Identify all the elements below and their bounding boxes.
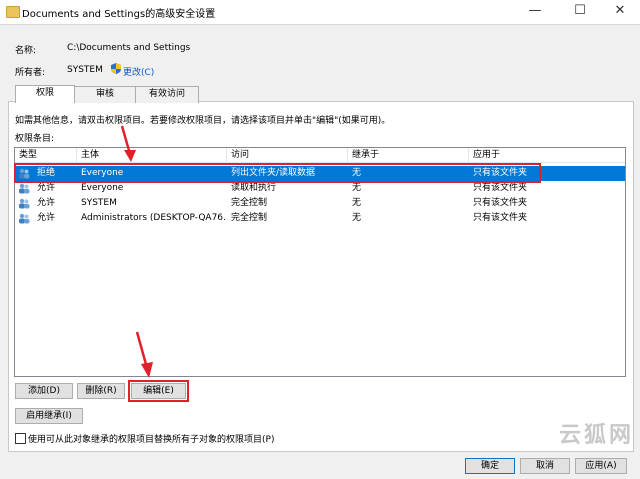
cell-applies: 只有该文件夹 [473, 183, 528, 193]
cell-inherited: 无 [352, 183, 362, 193]
ok-button[interactable]: 确定 [465, 458, 515, 474]
cell-access: 完全控制 [231, 198, 268, 208]
table-row[interactable]: 允许 Administrators (DESKTOP-QA76... 完全控制 … [15, 211, 625, 226]
column-header-applies-to[interactable]: 应用于 [469, 148, 625, 162]
uac-shield-icon [111, 63, 121, 74]
name-label: 名称: [15, 46, 37, 56]
users-icon [19, 213, 30, 224]
annotation-arrow-icon [135, 331, 153, 378]
cell-applies: 只有该文件夹 [473, 198, 528, 208]
column-header-principal[interactable]: 主体 [77, 148, 227, 162]
column-header-inherited-from[interactable]: 继承于 [348, 148, 469, 162]
cell-principal: SYSTEM [81, 198, 117, 208]
table-row[interactable]: 允许 SYSTEM 完全控制 无 只有该文件夹 [15, 196, 625, 211]
info-text: 如需其他信息，请双击权限项目。若要修改权限项目，请选择该项目并单击"编辑"(如果… [15, 116, 391, 126]
annotation-arrow-icon [120, 125, 136, 162]
cell-type: 允许 [37, 198, 56, 208]
tab-permissions[interactable]: 权限 [15, 85, 75, 103]
cell-type: 允许 [37, 183, 56, 193]
annotation-highlight-row [14, 163, 541, 183]
folder-icon [6, 6, 20, 18]
cell-inherited: 无 [352, 213, 362, 223]
column-header-type[interactable]: 类型 [15, 148, 77, 162]
column-header-access[interactable]: 访问 [227, 148, 348, 162]
users-icon [19, 183, 30, 194]
replace-child-permissions-checkbox[interactable] [15, 433, 26, 444]
watermark-logo: 云狐网 [558, 423, 634, 448]
owner-value: SYSTEM [67, 65, 103, 75]
replace-child-permissions-label: 使用可从此对象继承的权限项目替换所有子对象的权限项目(P) [28, 435, 275, 445]
cell-principal: Everyone [81, 183, 124, 193]
annotation-highlight-edit [128, 380, 189, 402]
tab-auditing[interactable]: 审核 [73, 86, 137, 103]
cell-access: 读取和执行 [231, 183, 277, 193]
enable-inheritance-button[interactable]: 启用继承(I) [15, 408, 83, 424]
cell-inherited: 无 [352, 198, 362, 208]
permission-entries-label: 权限条目: [15, 134, 55, 144]
cell-access: 完全控制 [231, 213, 268, 223]
cancel-button[interactable]: 取消 [520, 458, 570, 474]
name-value: C:\Documents and Settings [67, 43, 191, 53]
add-button[interactable]: 添加(D) [15, 383, 73, 399]
cell-type: 允许 [37, 213, 56, 223]
window-title: Documents and Settings的高级安全设置 [22, 9, 216, 20]
cell-principal: Administrators (DESKTOP-QA76... [81, 213, 227, 223]
change-owner-link[interactable]: 更改(C) [123, 65, 154, 78]
owner-label: 所有者: [15, 68, 46, 78]
table-row[interactable]: 允许 Everyone 读取和执行 无 只有该文件夹 [15, 181, 625, 196]
title-bar: Documents and Settings的高级安全设置 — ☐ ✕ [0, 0, 640, 25]
remove-button[interactable]: 删除(R) [77, 383, 125, 399]
maximize-button[interactable]: ☐ [565, 0, 595, 24]
tab-effective-access[interactable]: 有效访问 [135, 86, 199, 103]
users-icon [19, 198, 30, 209]
close-button[interactable]: ✕ [605, 0, 635, 24]
minimize-button[interactable]: — [520, 0, 550, 24]
cell-applies: 只有该文件夹 [473, 213, 528, 223]
apply-button[interactable]: 应用(A) [575, 458, 627, 474]
